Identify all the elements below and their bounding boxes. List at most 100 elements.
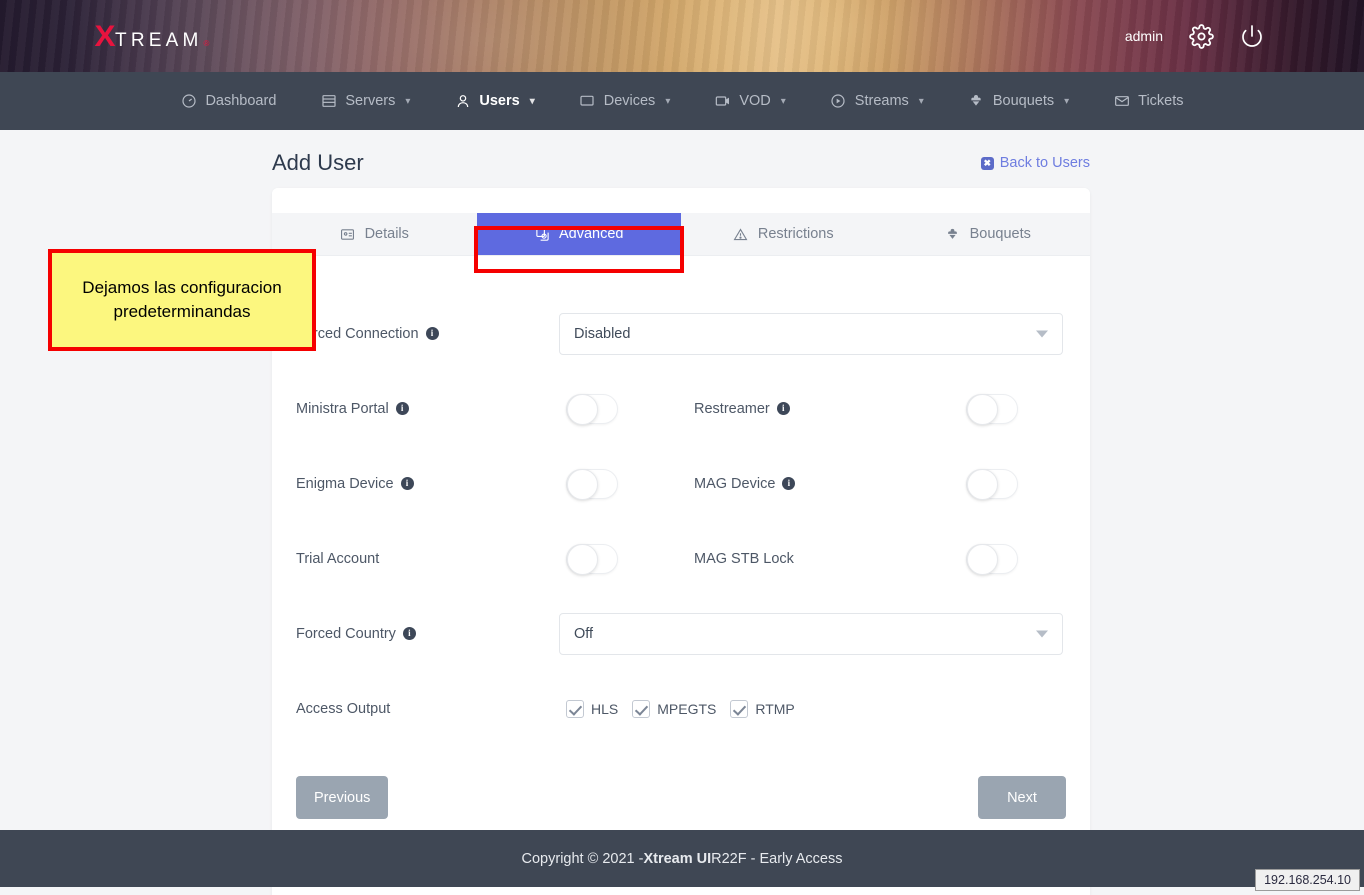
trial-account-toggle[interactable] xyxy=(566,544,618,574)
checkbox-label: HLS xyxy=(591,701,618,717)
checkbox-label: RTMP xyxy=(755,701,794,717)
ministra-portal-label: Ministra Portal i xyxy=(296,401,559,417)
bouquet-icon xyxy=(968,93,985,110)
id-card-icon xyxy=(340,226,356,242)
toggle-knob xyxy=(967,469,998,500)
forced-country-select[interactable]: Off xyxy=(559,613,1063,655)
select-value: Disabled xyxy=(574,326,630,342)
forced-connection-control: Disabled xyxy=(559,313,1066,355)
forced-country-control: Off xyxy=(559,613,1066,655)
form-row-trial-magstb: Trial Account MAG STB Lock xyxy=(296,521,1066,596)
banner-actions: admin xyxy=(1125,0,1264,72)
info-icon[interactable]: i xyxy=(401,477,414,490)
select-value: Off xyxy=(574,626,593,642)
current-username: admin xyxy=(1125,28,1163,44)
checkbox-label: MPEGTS xyxy=(657,701,716,717)
access-output-option[interactable]: RTMP xyxy=(730,700,794,718)
checkbox-rtmp[interactable] xyxy=(730,700,748,718)
mag-device-control xyxy=(959,469,1018,499)
logo-wordmark: TREAM xyxy=(115,31,203,50)
forced-country-label: Forced Country i xyxy=(296,626,559,642)
ip-address-badge: 192.168.254.10 xyxy=(1255,869,1360,891)
page-body: Add User ✖ Back to Users Details xyxy=(0,130,1364,887)
chevron-down-icon: ▾ xyxy=(919,96,924,107)
info-icon[interactable]: i xyxy=(403,627,416,640)
servers-icon xyxy=(320,93,337,110)
info-icon[interactable]: i xyxy=(426,327,439,340)
nav-item-vod[interactable]: VOD ▾ xyxy=(692,72,807,130)
form-row-enigma-mag: Enigma Device i MAG Device i xyxy=(296,446,1066,521)
restreamer-label: Restreamer i xyxy=(694,401,959,417)
advanced-form: Forced Connection i Disabled Ministra Po… xyxy=(272,256,1090,746)
mag-stb-lock-toggle[interactable] xyxy=(966,544,1018,574)
access-output-option[interactable]: HLS xyxy=(566,700,618,718)
restreamer-control xyxy=(959,394,1018,424)
forced-connection-label: Forced Connection i xyxy=(296,326,559,342)
ministra-portal-toggle[interactable] xyxy=(566,394,618,424)
mag-stb-lock-control xyxy=(959,544,1018,574)
toggle-knob xyxy=(567,469,598,500)
nav-label: Streams xyxy=(855,93,909,109)
chevron-down-icon xyxy=(1036,330,1048,337)
nav-item-tickets[interactable]: Tickets xyxy=(1091,72,1205,130)
form-row-ministra-restreamer: Ministra Portal i Restreamer i xyxy=(296,371,1066,446)
logo-registered-mark: ® xyxy=(204,39,210,48)
mail-icon xyxy=(1113,93,1130,110)
gear-icon[interactable] xyxy=(1189,24,1214,49)
enigma-device-control xyxy=(559,469,694,499)
tab-label: Restrictions xyxy=(758,226,834,242)
wizard-buttons: Previous Next xyxy=(272,746,1090,819)
device-icon xyxy=(579,93,596,110)
nav-item-bouquets[interactable]: Bouquets ▾ xyxy=(946,72,1091,130)
xtream-logo: X TREAM ® xyxy=(95,22,209,52)
info-icon[interactable]: i xyxy=(396,402,409,415)
back-to-users-link[interactable]: ✖ Back to Users xyxy=(981,155,1090,171)
next-button[interactable]: Next xyxy=(978,776,1066,819)
info-icon[interactable]: i xyxy=(782,477,795,490)
chevron-down-icon: ▾ xyxy=(405,96,410,107)
nav-label: Devices xyxy=(604,93,656,109)
nav-label: Users xyxy=(479,93,519,109)
nav-item-devices[interactable]: Devices ▾ xyxy=(557,72,693,130)
access-output-label: Access Output xyxy=(296,701,559,717)
annotation-note: Dejamos las configuracion predeterminand… xyxy=(48,249,316,351)
chevron-down-icon: ▾ xyxy=(530,96,535,107)
nav-item-users[interactable]: Users ▾ xyxy=(432,72,556,130)
info-icon[interactable]: i xyxy=(777,402,790,415)
enigma-device-toggle[interactable] xyxy=(566,469,618,499)
warning-triangle-icon xyxy=(733,226,749,242)
ministra-portal-control xyxy=(559,394,694,424)
access-output-option[interactable]: MPEGTS xyxy=(632,700,716,718)
access-output-options: HLS MPEGTS RTMP xyxy=(566,700,1066,718)
nav-item-streams[interactable]: Streams ▾ xyxy=(808,72,946,130)
chevron-down-icon xyxy=(1036,630,1048,637)
chevron-down-icon: ▾ xyxy=(665,96,670,107)
tab-label: Advanced xyxy=(559,226,624,242)
label-text: Restreamer xyxy=(694,401,770,417)
page-header: Add User ✖ Back to Users xyxy=(272,150,1090,176)
power-icon[interactable] xyxy=(1240,24,1264,48)
dashboard-icon xyxy=(180,93,197,110)
forced-connection-select[interactable]: Disabled xyxy=(559,313,1063,355)
nav-item-servers[interactable]: Servers ▾ xyxy=(298,72,432,130)
logo-x-mark: X xyxy=(95,22,115,52)
video-icon xyxy=(714,93,731,110)
tab-advanced[interactable]: Advanced xyxy=(477,213,682,255)
previous-button[interactable]: Previous xyxy=(296,776,388,819)
checkbox-mpegts[interactable] xyxy=(632,700,650,718)
nav-item-dashboard[interactable]: Dashboard xyxy=(158,72,298,130)
tab-label: Bouquets xyxy=(970,226,1031,242)
mag-device-toggle[interactable] xyxy=(966,469,1018,499)
nav-label: Servers xyxy=(345,93,395,109)
restreamer-toggle[interactable] xyxy=(966,394,1018,424)
copy-gear-icon xyxy=(534,226,550,242)
nav-label: VOD xyxy=(739,93,770,109)
form-row-access-output: Access Output HLS MPEGTS xyxy=(296,671,1066,746)
tab-bouquets[interactable]: Bouquets xyxy=(886,213,1091,255)
tab-restrictions[interactable]: Restrictions xyxy=(681,213,886,255)
checkbox-hls[interactable] xyxy=(566,700,584,718)
label-text: Ministra Portal xyxy=(296,401,389,417)
trial-account-control xyxy=(559,544,694,574)
close-icon: ✖ xyxy=(981,157,994,170)
app-root: X TREAM ® admin xyxy=(0,0,1364,895)
